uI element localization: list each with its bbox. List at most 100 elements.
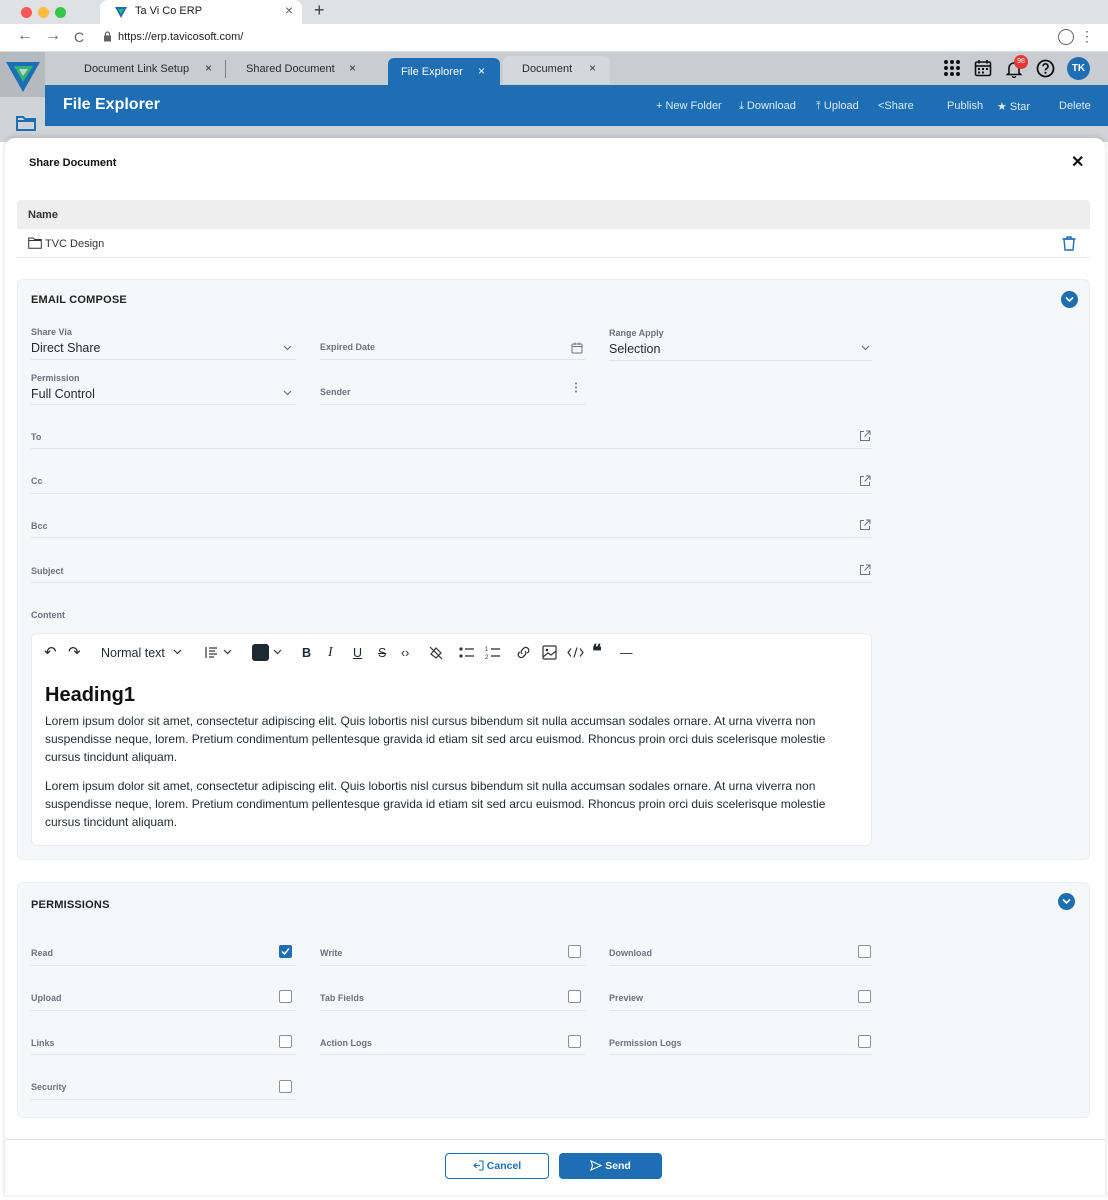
window-minimize-dot[interactable] xyxy=(38,7,49,18)
text-color-swatch[interactable] xyxy=(252,644,269,661)
subject-field[interactable] xyxy=(31,582,872,583)
italic-icon[interactable]: I xyxy=(328,645,333,661)
left-sidebar xyxy=(0,97,45,142)
send-icon xyxy=(590,1159,603,1172)
cancel-button[interactable]: Cancel xyxy=(445,1153,549,1179)
open-external-icon[interactable] xyxy=(859,430,871,442)
link-icon[interactable] xyxy=(515,645,532,660)
cc-field[interactable] xyxy=(31,493,872,494)
more-vertical-icon[interactable] xyxy=(574,382,578,393)
checkbox-security[interactable] xyxy=(279,1080,292,1093)
checkbox-permission-logs[interactable] xyxy=(858,1035,871,1048)
tab-document[interactable]: Document × xyxy=(503,56,610,84)
numbered-list-icon[interactable]: 1 2 xyxy=(485,645,501,660)
modal-close-icon[interactable]: ✕ xyxy=(1071,152,1084,172)
forward-arrow-icon[interactable]: → xyxy=(45,27,61,45)
table-row[interactable]: TVC Design xyxy=(17,229,1090,258)
chevron-down-icon[interactable] xyxy=(283,390,292,396)
chevron-down-icon[interactable] xyxy=(223,649,232,655)
checkbox-preview[interactable] xyxy=(858,990,871,1003)
range-apply-select[interactable]: Selection xyxy=(609,342,660,356)
rich-text-editor[interactable]: ↶ ↷ Normal text B I U S ‹› 1 2 ❝ — Headi… xyxy=(31,633,872,846)
download-button[interactable]: ⤓ Download xyxy=(739,100,796,113)
calendar-icon[interactable] xyxy=(974,59,992,77)
tab-close-icon[interactable]: × xyxy=(478,64,485,78)
browser-menu-icon[interactable]: ⋮ xyxy=(1080,28,1094,45)
apps-grid-icon[interactable] xyxy=(943,59,961,77)
send-button[interactable]: Send xyxy=(559,1153,662,1179)
field-underline xyxy=(320,359,585,360)
checkbox-links[interactable] xyxy=(279,1035,292,1048)
redo-icon[interactable]: ↷ xyxy=(68,643,81,661)
image-icon[interactable] xyxy=(542,645,557,660)
chevron-down-icon[interactable] xyxy=(173,649,182,655)
tab-document-link-setup[interactable]: Document Link Setup × xyxy=(84,56,214,83)
horizontal-rule-icon[interactable]: — xyxy=(620,646,633,660)
perm-label-action-logs: Action Logs xyxy=(320,1038,372,1048)
chevron-down-icon[interactable] xyxy=(861,345,870,351)
range-apply-label: Range Apply xyxy=(609,328,664,338)
back-arrow-icon[interactable]: ← xyxy=(17,27,33,45)
share-button[interactable]: <Share xyxy=(878,100,914,112)
tab-shared-document[interactable]: Shared Document × xyxy=(246,56,366,83)
collapse-permissions-chevron-icon[interactable] xyxy=(1058,893,1075,910)
align-icon[interactable] xyxy=(205,646,219,659)
app-logo[interactable] xyxy=(0,52,45,97)
code-inline-icon[interactable]: ‹› xyxy=(401,646,409,660)
share-via-label: Share Via xyxy=(31,327,72,337)
share-via-select[interactable]: Direct Share xyxy=(31,341,100,355)
to-field[interactable] xyxy=(31,448,872,449)
window-maximize-dot[interactable] xyxy=(55,7,66,18)
bold-icon[interactable]: B xyxy=(302,646,311,660)
reload-icon[interactable]: C xyxy=(74,29,84,45)
underline-icon[interactable]: U xyxy=(353,646,362,660)
chevron-down-icon[interactable] xyxy=(283,345,292,351)
checkbox-write[interactable] xyxy=(568,945,581,958)
browser-tab-close-icon[interactable]: × xyxy=(285,2,293,18)
bullet-list-icon[interactable] xyxy=(459,646,475,659)
checkbox-download[interactable] xyxy=(858,945,871,958)
permission-select[interactable]: Full Control xyxy=(31,387,95,401)
checkbox-read[interactable] xyxy=(279,945,292,958)
tab-close-icon[interactable]: × xyxy=(349,61,356,75)
folder-nav-icon[interactable] xyxy=(16,115,36,131)
new-tab-icon[interactable]: + xyxy=(314,0,325,21)
publish-button[interactable]: Publish xyxy=(947,100,983,112)
collapse-email-chevron-icon[interactable] xyxy=(1061,291,1078,308)
user-avatar[interactable]: TK xyxy=(1067,57,1090,80)
browser-tab-title: Ta Vi Co ERP xyxy=(135,5,203,17)
perm-label-permission-logs: Permission Logs xyxy=(609,1038,682,1048)
field-underline xyxy=(31,1099,296,1100)
checkbox-upload[interactable] xyxy=(279,990,292,1003)
url-text[interactable]: https://erp.tavicosoft.com/ xyxy=(118,31,243,43)
quote-icon[interactable]: ❝ xyxy=(592,641,602,662)
tab-close-icon[interactable]: × xyxy=(205,61,212,75)
delete-button[interactable]: Delete xyxy=(1059,100,1091,112)
profile-icon[interactable] xyxy=(1058,29,1074,45)
clear-format-icon[interactable] xyxy=(428,645,444,661)
bcc-field[interactable] xyxy=(31,537,872,538)
help-icon[interactable] xyxy=(1036,59,1055,78)
undo-icon[interactable]: ↶ xyxy=(44,643,57,661)
tab-label: File Explorer xyxy=(401,66,463,78)
calendar-icon[interactable] xyxy=(571,342,583,354)
chevron-down-icon[interactable] xyxy=(273,649,282,655)
open-external-icon[interactable] xyxy=(859,564,871,576)
tab-close-icon[interactable]: × xyxy=(589,61,596,75)
star-button[interactable]: ★ Star xyxy=(997,100,1030,113)
strikethrough-icon[interactable]: S xyxy=(378,646,386,660)
code-block-icon[interactable] xyxy=(567,647,584,658)
tab-file-explorer[interactable]: File Explorer × xyxy=(388,58,500,85)
field-underline xyxy=(609,1010,872,1011)
trash-icon[interactable] xyxy=(1061,235,1077,251)
checkbox-action-logs[interactable] xyxy=(568,1035,581,1048)
open-external-icon[interactable] xyxy=(859,519,871,531)
checkbox-tab-fields[interactable] xyxy=(568,990,581,1003)
browser-tab[interactable]: Ta Vi Co ERP × xyxy=(100,0,302,24)
open-external-icon[interactable] xyxy=(859,475,871,487)
subject-label: Subject xyxy=(31,566,64,576)
window-close-dot[interactable] xyxy=(21,7,32,18)
text-format-select[interactable]: Normal text xyxy=(101,646,165,660)
new-folder-button[interactable]: + New Folder xyxy=(656,100,722,112)
upload-button[interactable]: ⤒ Upload xyxy=(816,100,859,113)
